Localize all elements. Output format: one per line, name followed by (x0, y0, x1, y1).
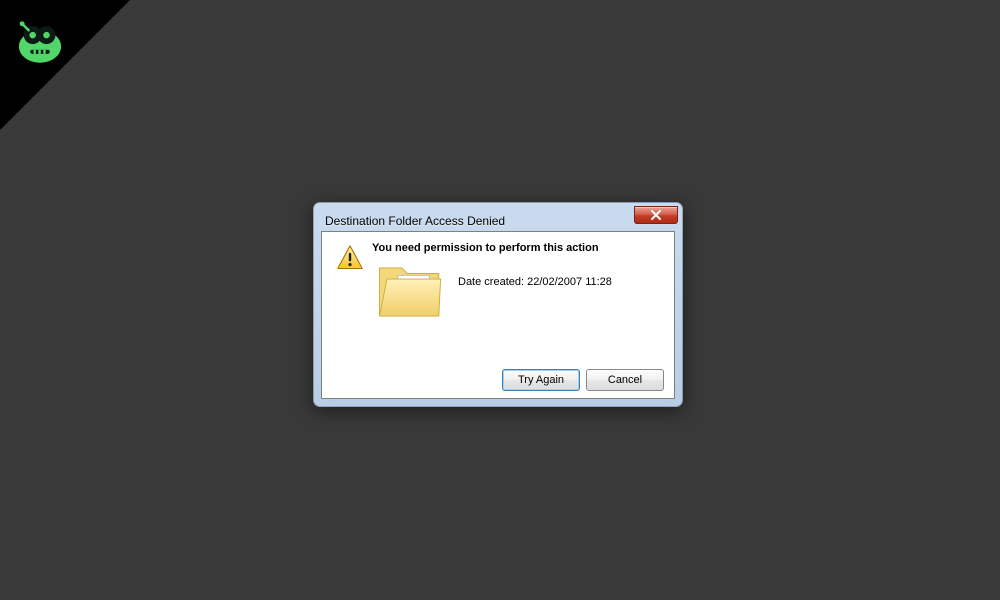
titlebar[interactable]: Destination Folder Access Denied (321, 210, 675, 231)
dialog-title: Destination Folder Access Denied (325, 214, 505, 228)
permission-message: You need permission to perform this acti… (372, 242, 599, 254)
access-denied-dialog: Destination Folder Access Denied (313, 202, 683, 407)
date-created-line: Date created: 22/02/2007 11:28 (458, 276, 612, 288)
content-body: You need permission to perform this acti… (322, 232, 674, 362)
button-row: Try Again Cancel (322, 362, 674, 398)
folder-icon (374, 258, 448, 326)
try-again-button[interactable]: Try Again (502, 369, 580, 391)
content-panel: You need permission to perform this acti… (321, 231, 675, 399)
date-created-value: 22/02/2007 11:28 (527, 276, 612, 288)
close-icon (650, 210, 662, 220)
robot-icon (14, 14, 66, 66)
date-created-label: Date created: (458, 276, 527, 288)
close-button[interactable] (634, 206, 678, 224)
cancel-button[interactable]: Cancel (586, 369, 664, 391)
warning-icon (336, 244, 364, 272)
